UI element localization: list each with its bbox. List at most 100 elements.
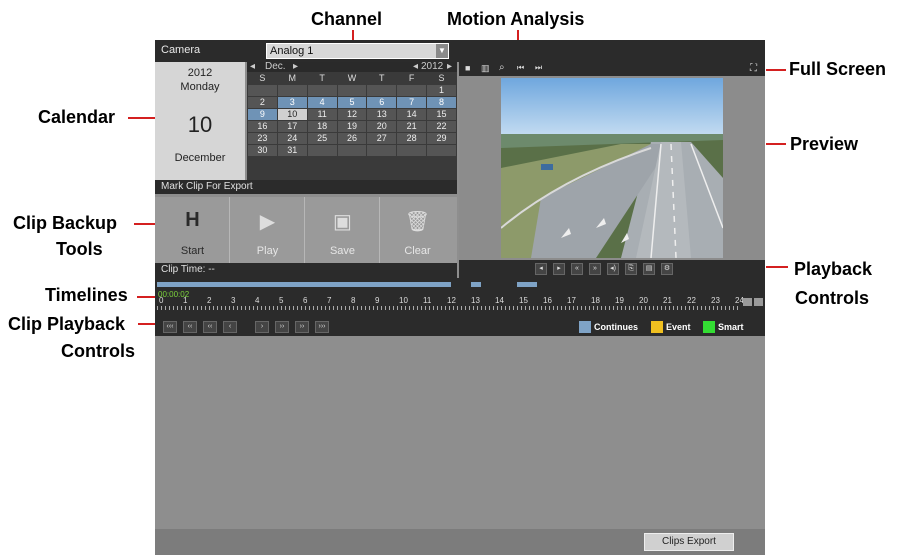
calendar-day[interactable]: 27 bbox=[367, 133, 397, 144]
next-clip-icon[interactable]: ⏭ bbox=[535, 63, 542, 73]
timeline-tick-label: 13 bbox=[471, 296, 480, 305]
calendar-day[interactable]: 31 bbox=[277, 145, 307, 156]
calendar-day[interactable]: 26 bbox=[337, 133, 367, 144]
calendar-day[interactable]: 2 bbox=[248, 97, 277, 108]
timeline-tick-label: 14 bbox=[495, 296, 504, 305]
prev-clip-icon[interactable]: ⏮ bbox=[517, 63, 524, 73]
timeline-tick-label: 11 bbox=[423, 296, 432, 305]
timeline-tick-label: 15 bbox=[519, 296, 528, 305]
prev-year-icon[interactable]: ◂ bbox=[413, 62, 418, 72]
calendar-day[interactable]: 29 bbox=[427, 133, 456, 144]
playback-window: Camera Analog 1 ▼ 2012 Monday 10 Decembe… bbox=[155, 40, 765, 555]
save-icon: ▣ bbox=[333, 211, 352, 233]
calendar-blank bbox=[337, 85, 367, 96]
callout-playback-controls-2: Controls bbox=[795, 288, 869, 308]
calendar-day[interactable]: 12 bbox=[337, 109, 367, 120]
camera-select-value: Analog 1 bbox=[270, 45, 314, 57]
date-month: December bbox=[174, 152, 226, 164]
calendar-day[interactable]: 7 bbox=[397, 97, 427, 108]
timeline[interactable]: 00:00:02 0 1 2 3 4 5 6 7 8 9 10 11 12 13 14 15 16 17 18 19 2… bbox=[155, 278, 765, 320]
callout-channel: Channel bbox=[311, 9, 383, 29]
snapshot-icon[interactable]: ▤ bbox=[643, 263, 655, 275]
mark-start-icon: H bbox=[185, 209, 200, 231]
step-forward-icon[interactable]: › bbox=[255, 321, 269, 333]
preview-pane[interactable] bbox=[459, 76, 765, 260]
forward-play-icon[interactable]: ▸ bbox=[553, 263, 565, 275]
reverse-play-icon[interactable]: ◂ bbox=[535, 263, 547, 275]
callout-clip-playback-controls: Clip Playback bbox=[8, 314, 126, 334]
zoom-out-icon[interactable] bbox=[743, 298, 752, 306]
camera-select[interactable]: Analog 1 ▼ bbox=[266, 43, 449, 59]
timeline-tick-label: 17 bbox=[567, 296, 576, 305]
calendar-day[interactable]: 19 bbox=[337, 121, 367, 132]
delete-icon[interactable]: ▥ bbox=[481, 63, 490, 74]
calendar-day[interactable]: 24 bbox=[277, 133, 307, 144]
calendar-day[interactable]: 23 bbox=[248, 133, 277, 144]
forward-more-icon[interactable]: ›› bbox=[295, 321, 309, 333]
calendar-blank bbox=[277, 85, 307, 96]
calendar-day[interactable]: 5 bbox=[337, 97, 367, 108]
bottom-bar: Clips Export bbox=[155, 529, 765, 555]
calendar-day[interactable]: 13 bbox=[367, 109, 397, 120]
zoom-in-icon[interactable] bbox=[754, 298, 763, 306]
camera-label: Camera bbox=[161, 44, 201, 56]
leader-playback-controls bbox=[766, 266, 788, 268]
calendar-day[interactable]: 14 bbox=[397, 109, 427, 120]
chevron-down-icon[interactable]: ▼ bbox=[436, 44, 448, 58]
rewind-icon[interactable]: ‹‹ bbox=[203, 321, 217, 333]
calendar-day[interactable]: 18 bbox=[307, 121, 337, 132]
calendar-day[interactable]: 4 bbox=[307, 97, 337, 108]
forward-icon[interactable]: ›› bbox=[275, 321, 289, 333]
calendar-day[interactable]: 15 bbox=[427, 109, 456, 120]
clips-export-button[interactable]: Clips Export bbox=[644, 533, 734, 551]
motion-analysis-icon[interactable]: ⌕ bbox=[499, 62, 505, 73]
calendar-day[interactable]: 3 bbox=[277, 97, 307, 108]
video-frame bbox=[501, 78, 723, 258]
calendar-day[interactable]: 8 bbox=[427, 97, 456, 108]
date-weekday: Monday bbox=[180, 81, 220, 93]
rewind-more-icon[interactable]: ‹‹ bbox=[183, 321, 197, 333]
forward-far-icon[interactable]: ››› bbox=[315, 321, 329, 333]
stop-icon[interactable]: ■ bbox=[465, 63, 470, 73]
prev-month-icon[interactable]: ◂ bbox=[250, 62, 255, 72]
clear-label: Clear bbox=[404, 245, 431, 257]
calendar-grid: S M T W T F S 1 2 3 4 5 6 7 8 9 10 11 12 13 14 15 16 17 18 19 20 21… bbox=[247, 72, 457, 157]
calendar-day[interactable]: 6 bbox=[367, 97, 397, 108]
weekday-header: W bbox=[337, 73, 367, 84]
slow-icon[interactable]: « bbox=[571, 263, 583, 275]
calendar-day[interactable]: 21 bbox=[397, 121, 427, 132]
settings-icon[interactable]: ⚙ bbox=[661, 263, 673, 275]
rewind-far-icon[interactable]: ‹‹‹ bbox=[163, 321, 177, 333]
clip-time: Clip Time: -- bbox=[155, 263, 457, 278]
calendar-day[interactable]: 17 bbox=[277, 121, 307, 132]
timeline-tick-label: 18 bbox=[591, 296, 600, 305]
calendar-day[interactable]: 25 bbox=[307, 133, 337, 144]
timeline-tick-label: 9 bbox=[375, 296, 380, 305]
next-year-icon[interactable]: ▸ bbox=[447, 62, 452, 72]
step-back-icon[interactable]: ‹ bbox=[223, 321, 237, 333]
calendar-day[interactable]: 22 bbox=[427, 121, 456, 132]
calendar-blank bbox=[367, 85, 397, 96]
calendar-day[interactable]: 11 bbox=[307, 109, 337, 120]
full-screen-icon[interactable]: ⛶ bbox=[750, 63, 757, 74]
save-button[interactable]: ▣ Save bbox=[305, 197, 380, 263]
calendar-day[interactable]: 10 bbox=[277, 109, 307, 120]
timeline-tick-label: 16 bbox=[543, 296, 552, 305]
start-button[interactable]: H Start bbox=[155, 197, 230, 263]
continues-swatch bbox=[579, 321, 591, 333]
timeline-tick-label: 0 bbox=[159, 296, 164, 305]
play-button[interactable]: ▶ Play bbox=[230, 197, 305, 263]
volume-icon[interactable]: ◂) bbox=[607, 263, 619, 275]
calendar-day[interactable]: 28 bbox=[397, 133, 427, 144]
timeline-tick-label: 20 bbox=[639, 296, 648, 305]
next-month-icon[interactable]: ▸ bbox=[293, 62, 298, 72]
fast-icon[interactable]: » bbox=[589, 263, 601, 275]
calendar-day[interactable]: 1 bbox=[427, 85, 456, 96]
clear-button[interactable]: 🗑 Clear bbox=[380, 197, 455, 263]
calendar-day[interactable]: 30 bbox=[248, 145, 277, 156]
calendar-day[interactable]: 16 bbox=[248, 121, 277, 132]
camera-bar: Camera Analog 1 ▼ bbox=[155, 40, 765, 62]
calendar-day[interactable]: 20 bbox=[367, 121, 397, 132]
clip-icon[interactable]: ⎘ bbox=[625, 263, 637, 275]
calendar-day[interactable]: 9 bbox=[248, 109, 277, 120]
